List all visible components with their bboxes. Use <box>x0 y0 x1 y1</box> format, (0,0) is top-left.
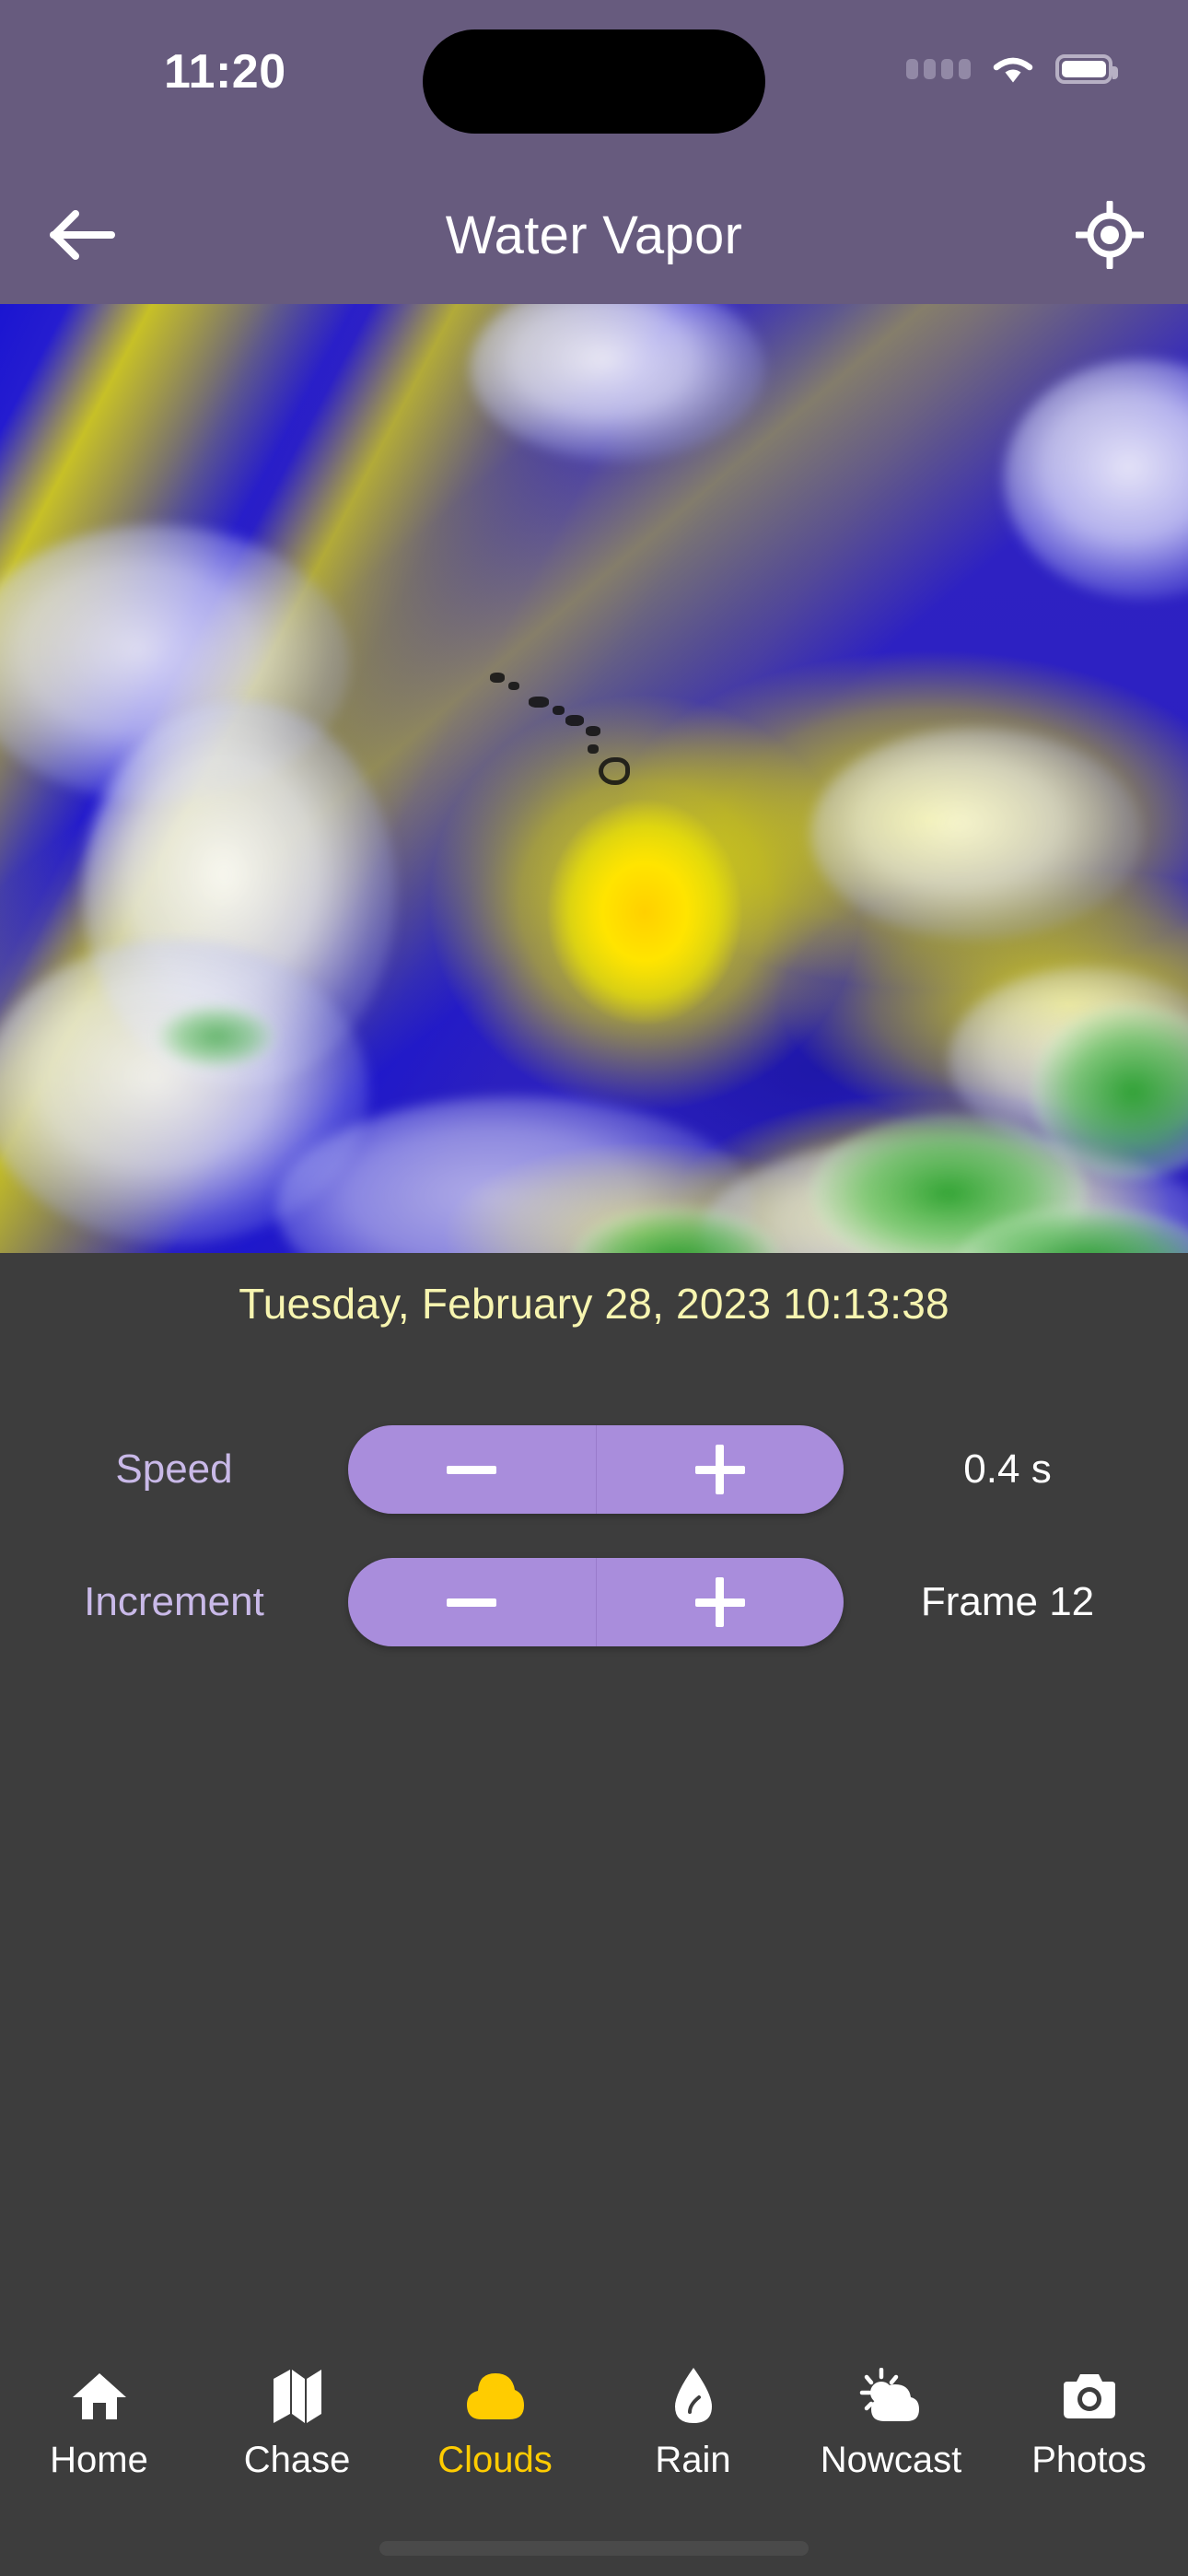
droplet-icon <box>671 2362 716 2430</box>
tab-photos[interactable]: Photos <box>990 2362 1188 2481</box>
tab-bar: Home Chase Clouds Rain Nowcast Photos <box>0 2340 1188 2576</box>
dynamic-island <box>423 29 765 134</box>
map-icon <box>272 2362 323 2430</box>
tab-nowcast[interactable]: Nowcast <box>792 2362 990 2481</box>
camera-icon <box>1062 2362 1117 2430</box>
increment-stepper <box>348 1558 844 1646</box>
speed-increase-button[interactable] <box>595 1425 844 1514</box>
status-bar: 11:20 <box>0 0 1188 166</box>
cloud-mass <box>810 728 1142 940</box>
tab-clouds[interactable]: Clouds <box>396 2362 594 2481</box>
tab-clouds-label: Clouds <box>437 2440 553 2480</box>
speed-decrease-button[interactable] <box>348 1425 596 1514</box>
sun-cloud-icon <box>858 2362 925 2430</box>
gps-locate-button[interactable] <box>1070 195 1149 275</box>
increment-value: Frame 12 <box>920 1579 1095 1624</box>
speed-stepper <box>348 1425 844 1514</box>
satellite-image[interactable] <box>0 304 1188 1253</box>
signal-dots-icon <box>906 59 971 79</box>
speed-control-row: Speed 0.4 s <box>0 1419 1188 1520</box>
status-bar-clock: 11:20 <box>164 45 286 99</box>
increment-label: Increment <box>84 1579 264 1624</box>
tab-rain-label: Rain <box>655 2440 731 2480</box>
tab-chase[interactable]: Chase <box>198 2362 396 2481</box>
tab-nowcast-label: Nowcast <box>820 2440 962 2480</box>
plus-icon <box>694 1445 745 1494</box>
increment-control-row: Increment Frame 12 <box>0 1551 1188 1653</box>
gps-target-icon <box>1076 201 1144 269</box>
tab-photos-label: Photos <box>1031 2440 1147 2480</box>
island-outline <box>488 673 672 811</box>
tab-rain[interactable]: Rain <box>594 2362 792 2481</box>
status-bar-indicators <box>906 48 1118 90</box>
increment-decrease-button[interactable] <box>348 1558 596 1646</box>
speed-label: Speed <box>115 1446 233 1492</box>
tab-home[interactable]: Home <box>0 2362 198 2481</box>
convection-patch <box>157 1004 276 1069</box>
minus-icon <box>447 1598 497 1607</box>
cloud-icon <box>463 2362 528 2430</box>
tab-chase-label: Chase <box>243 2440 351 2480</box>
app-bar: Water Vapor <box>0 166 1188 304</box>
frame-timestamp: Tuesday, February 28, 2023 10:13:38 <box>239 1280 949 1328</box>
home-indicator <box>379 2541 809 2556</box>
increment-increase-button[interactable] <box>595 1558 844 1646</box>
wifi-icon <box>993 57 1033 83</box>
speed-value: 0.4 s <box>963 1446 1052 1492</box>
page-title: Water Vapor <box>445 205 743 265</box>
phone-screen: 11:20 Water Vapor Tuesday, February 28, … <box>0 0 1188 2576</box>
battery-icon <box>1055 54 1118 84</box>
minus-icon <box>447 1465 497 1474</box>
plus-icon <box>694 1577 745 1627</box>
home-icon <box>71 2362 128 2430</box>
tab-home-label: Home <box>50 2440 148 2480</box>
